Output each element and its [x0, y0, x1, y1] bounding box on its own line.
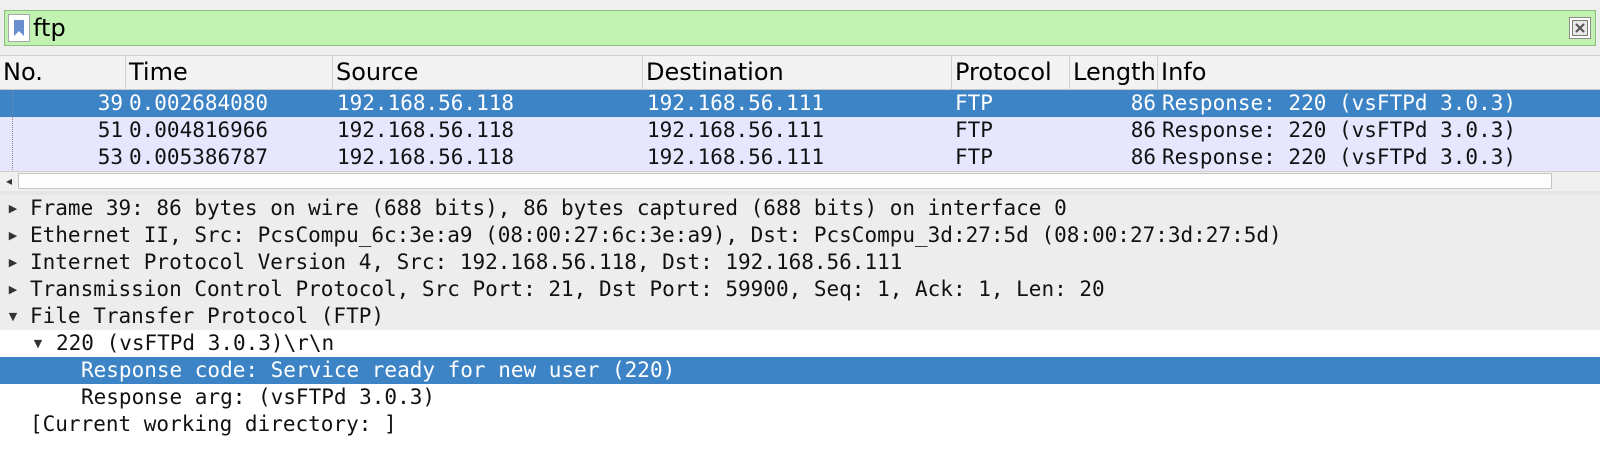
expand-arrow-icon[interactable]: ▶ [6, 249, 20, 276]
packet-list-horizontal-scrollbar[interactable]: ◂ [0, 171, 1600, 191]
display-filter-input[interactable] [33, 11, 1533, 45]
scroll-left-arrow-icon[interactable]: ◂ [2, 174, 16, 188]
detail-row-working-directory[interactable]: [Current working directory: ] [0, 411, 1600, 438]
detail-row-ftp-response[interactable]: ▼ 220 (vsFTPd 3.0.3)\r\n [0, 330, 1600, 357]
column-header-protocol[interactable]: Protocol [952, 56, 1070, 89]
detail-row-response-arg[interactable]: Response arg: (vsFTPd 3.0.3) [0, 384, 1600, 411]
packet-row[interactable]: 51 0.004816966 192.168.56.118 192.168.56… [0, 117, 1600, 144]
packet-protocol: FTP [955, 145, 993, 169]
detail-text: Transmission Control Protocol, Src Port:… [30, 277, 1105, 301]
packet-destination: 192.168.56.111 [647, 118, 825, 142]
packet-destination: 192.168.56.111 [647, 145, 825, 169]
packet-destination: 192.168.56.111 [647, 91, 825, 115]
packet-no: 53 [97, 145, 123, 169]
packet-time: 0.005386787 [129, 145, 269, 169]
collapse-arrow-icon[interactable]: ▼ [31, 330, 45, 357]
packet-row[interactable]: 53 0.005386787 192.168.56.118 192.168.56… [0, 144, 1600, 171]
packet-time: 0.004816966 [129, 118, 269, 142]
detail-text: Frame 39: 86 bytes on wire (688 bits), 8… [30, 196, 1067, 220]
clear-icon [1572, 20, 1588, 36]
packet-length: 86 [1130, 91, 1156, 115]
display-filter-box [4, 10, 1596, 46]
detail-text: Response arg: (vsFTPd 3.0.3) [81, 385, 436, 409]
packet-source: 192.168.56.118 [337, 145, 515, 169]
packet-no: 39 [97, 91, 123, 115]
column-header-info[interactable]: Info [1158, 56, 1600, 89]
packet-time: 0.002684080 [129, 91, 269, 115]
packet-length: 86 [1130, 118, 1156, 142]
packet-info: Response: 220 (vsFTPd 3.0.3) [1162, 145, 1517, 169]
expand-arrow-icon[interactable]: ▶ [6, 276, 20, 303]
column-header-length[interactable]: Length [1070, 56, 1158, 89]
detail-row-ftp[interactable]: ▼ File Transfer Protocol (FTP) [0, 303, 1600, 330]
detail-row-ethernet[interactable]: ▶ Ethernet II, Src: PcsCompu_6c:3e:a9 (0… [0, 222, 1600, 249]
packet-row[interactable]: 39 0.002684080 192.168.56.118 192.168.56… [0, 90, 1600, 117]
column-header-time[interactable]: Time [126, 56, 333, 89]
detail-text: Response code: Service ready for new use… [81, 358, 676, 382]
bookmark-icon [14, 20, 24, 36]
filter-bookmark-button[interactable] [8, 14, 30, 42]
expand-arrow-icon[interactable]: ▶ [6, 222, 20, 249]
detail-row-tcp[interactable]: ▶ Transmission Control Protocol, Src Por… [0, 276, 1600, 303]
detail-text: 220 (vsFTPd 3.0.3)\r\n [56, 331, 335, 355]
column-header-no[interactable]: No. [0, 56, 126, 89]
packet-source: 192.168.56.118 [337, 118, 515, 142]
detail-text: Internet Protocol Version 4, Src: 192.16… [30, 250, 903, 274]
packet-info: Response: 220 (vsFTPd 3.0.3) [1162, 91, 1517, 115]
packet-list-header: No. Time Source Destination Protocol Len… [0, 56, 1600, 90]
packet-no: 51 [97, 118, 123, 142]
packet-length: 86 [1130, 145, 1156, 169]
display-filter-toolbar [0, 0, 1600, 56]
column-header-source[interactable]: Source [333, 56, 643, 89]
packet-source: 192.168.56.118 [337, 91, 515, 115]
detail-row-response-code[interactable]: Response code: Service ready for new use… [0, 357, 1600, 384]
clear-filter-button[interactable] [1569, 17, 1591, 39]
column-header-destination[interactable]: Destination [643, 56, 952, 89]
packet-protocol: FTP [955, 91, 993, 115]
detail-row-frame[interactable]: ▶ Frame 39: 86 bytes on wire (688 bits),… [0, 195, 1600, 222]
expand-arrow-icon[interactable]: ▶ [6, 195, 20, 222]
scrollbar-thumb[interactable] [18, 173, 1552, 189]
detail-text: File Transfer Protocol (FTP) [30, 304, 385, 328]
collapse-arrow-icon[interactable]: ▼ [6, 303, 20, 330]
packet-tree-guide [12, 90, 13, 170]
detail-text: Ethernet II, Src: PcsCompu_6c:3e:a9 (08:… [30, 223, 1282, 247]
packet-protocol: FTP [955, 118, 993, 142]
packet-info: Response: 220 (vsFTPd 3.0.3) [1162, 118, 1517, 142]
detail-row-ipv4[interactable]: ▶ Internet Protocol Version 4, Src: 192.… [0, 249, 1600, 276]
detail-text: [Current working directory: ] [30, 412, 397, 436]
